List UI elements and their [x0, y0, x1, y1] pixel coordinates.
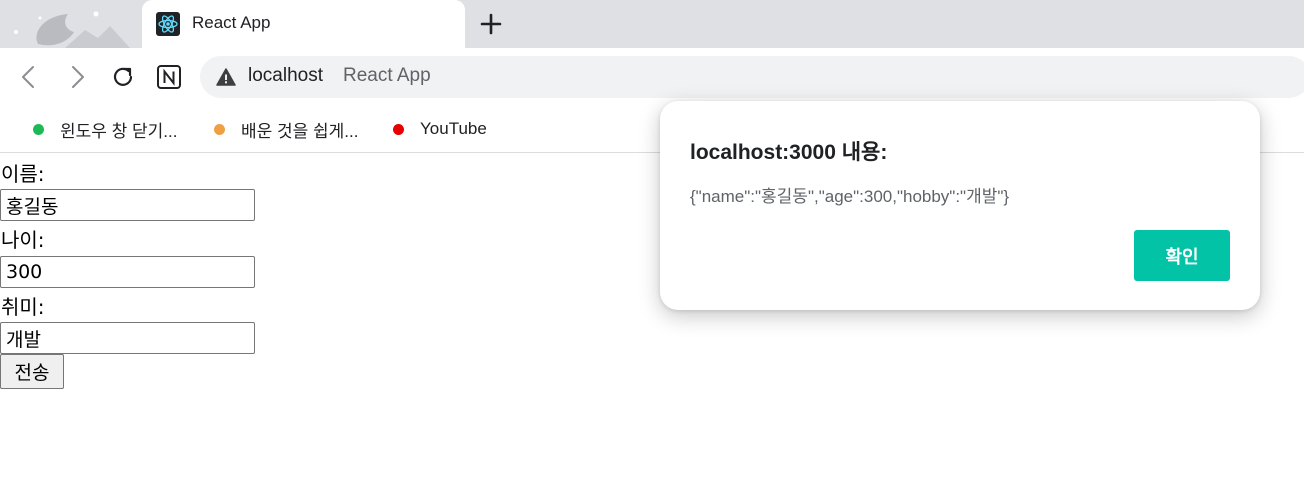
dialog-title: localhost:3000 내용:: [690, 141, 888, 164]
bookmark-item[interactable]: 배운 것을 쉽게...: [214, 118, 359, 141]
notion-extension-icon[interactable]: [154, 62, 184, 92]
age-label: 나이:: [1, 228, 45, 252]
bookmark-item[interactable]: 윈도우 창 닫기...: [33, 118, 178, 141]
age-input[interactable]: [0, 256, 255, 288]
url-host: localhost: [248, 65, 323, 86]
toolbar: localhost React App: [0, 48, 1304, 106]
reload-icon[interactable]: [108, 62, 138, 92]
bookmark-label: YouTube: [420, 119, 487, 138]
tab-strip: React App: [0, 0, 1304, 48]
tab-title: React App: [192, 13, 271, 32]
alert-dialog: localhost:3000 내용: {"name":"홍길동","age":3…: [660, 101, 1260, 310]
dialog-message: {"name":"홍길동","age":300,"hobby":"개발"}: [690, 187, 1010, 206]
submit-button[interactable]: 전송: [0, 354, 64, 389]
new-tab-plus-icon[interactable]: [478, 10, 504, 38]
name-input[interactable]: [0, 189, 255, 221]
bookmark-dot-icon: [393, 123, 404, 135]
hobby-label: 취미:: [1, 295, 45, 319]
bookmark-label: 윈도우 창 닫기...: [60, 121, 178, 141]
hobby-input[interactable]: [0, 322, 255, 354]
bookmark-item[interactable]: YouTube: [393, 118, 487, 140]
bookmark-dot-icon: [214, 123, 225, 135]
browser-window: React App localhost React App 윈도우 창 닫기..…: [0, 0, 1304, 485]
bookmark-dot-icon: [33, 123, 44, 135]
not-secure-warning-icon[interactable]: [216, 67, 236, 87]
bookmark-label: 배운 것을 쉽게...: [241, 121, 359, 141]
whale-logo-icon: [14, 11, 130, 48]
forward-arrow-icon[interactable]: [62, 62, 92, 92]
url-page-title: React App: [343, 65, 431, 86]
name-label: 이름:: [1, 162, 45, 186]
react-favicon-icon: [156, 12, 180, 36]
dialog-ok-button[interactable]: 확인: [1134, 230, 1230, 281]
tab-react-app[interactable]: React App: [142, 0, 465, 48]
address-bar[interactable]: localhost React App: [200, 56, 1304, 98]
back-arrow-icon[interactable]: [14, 62, 44, 92]
